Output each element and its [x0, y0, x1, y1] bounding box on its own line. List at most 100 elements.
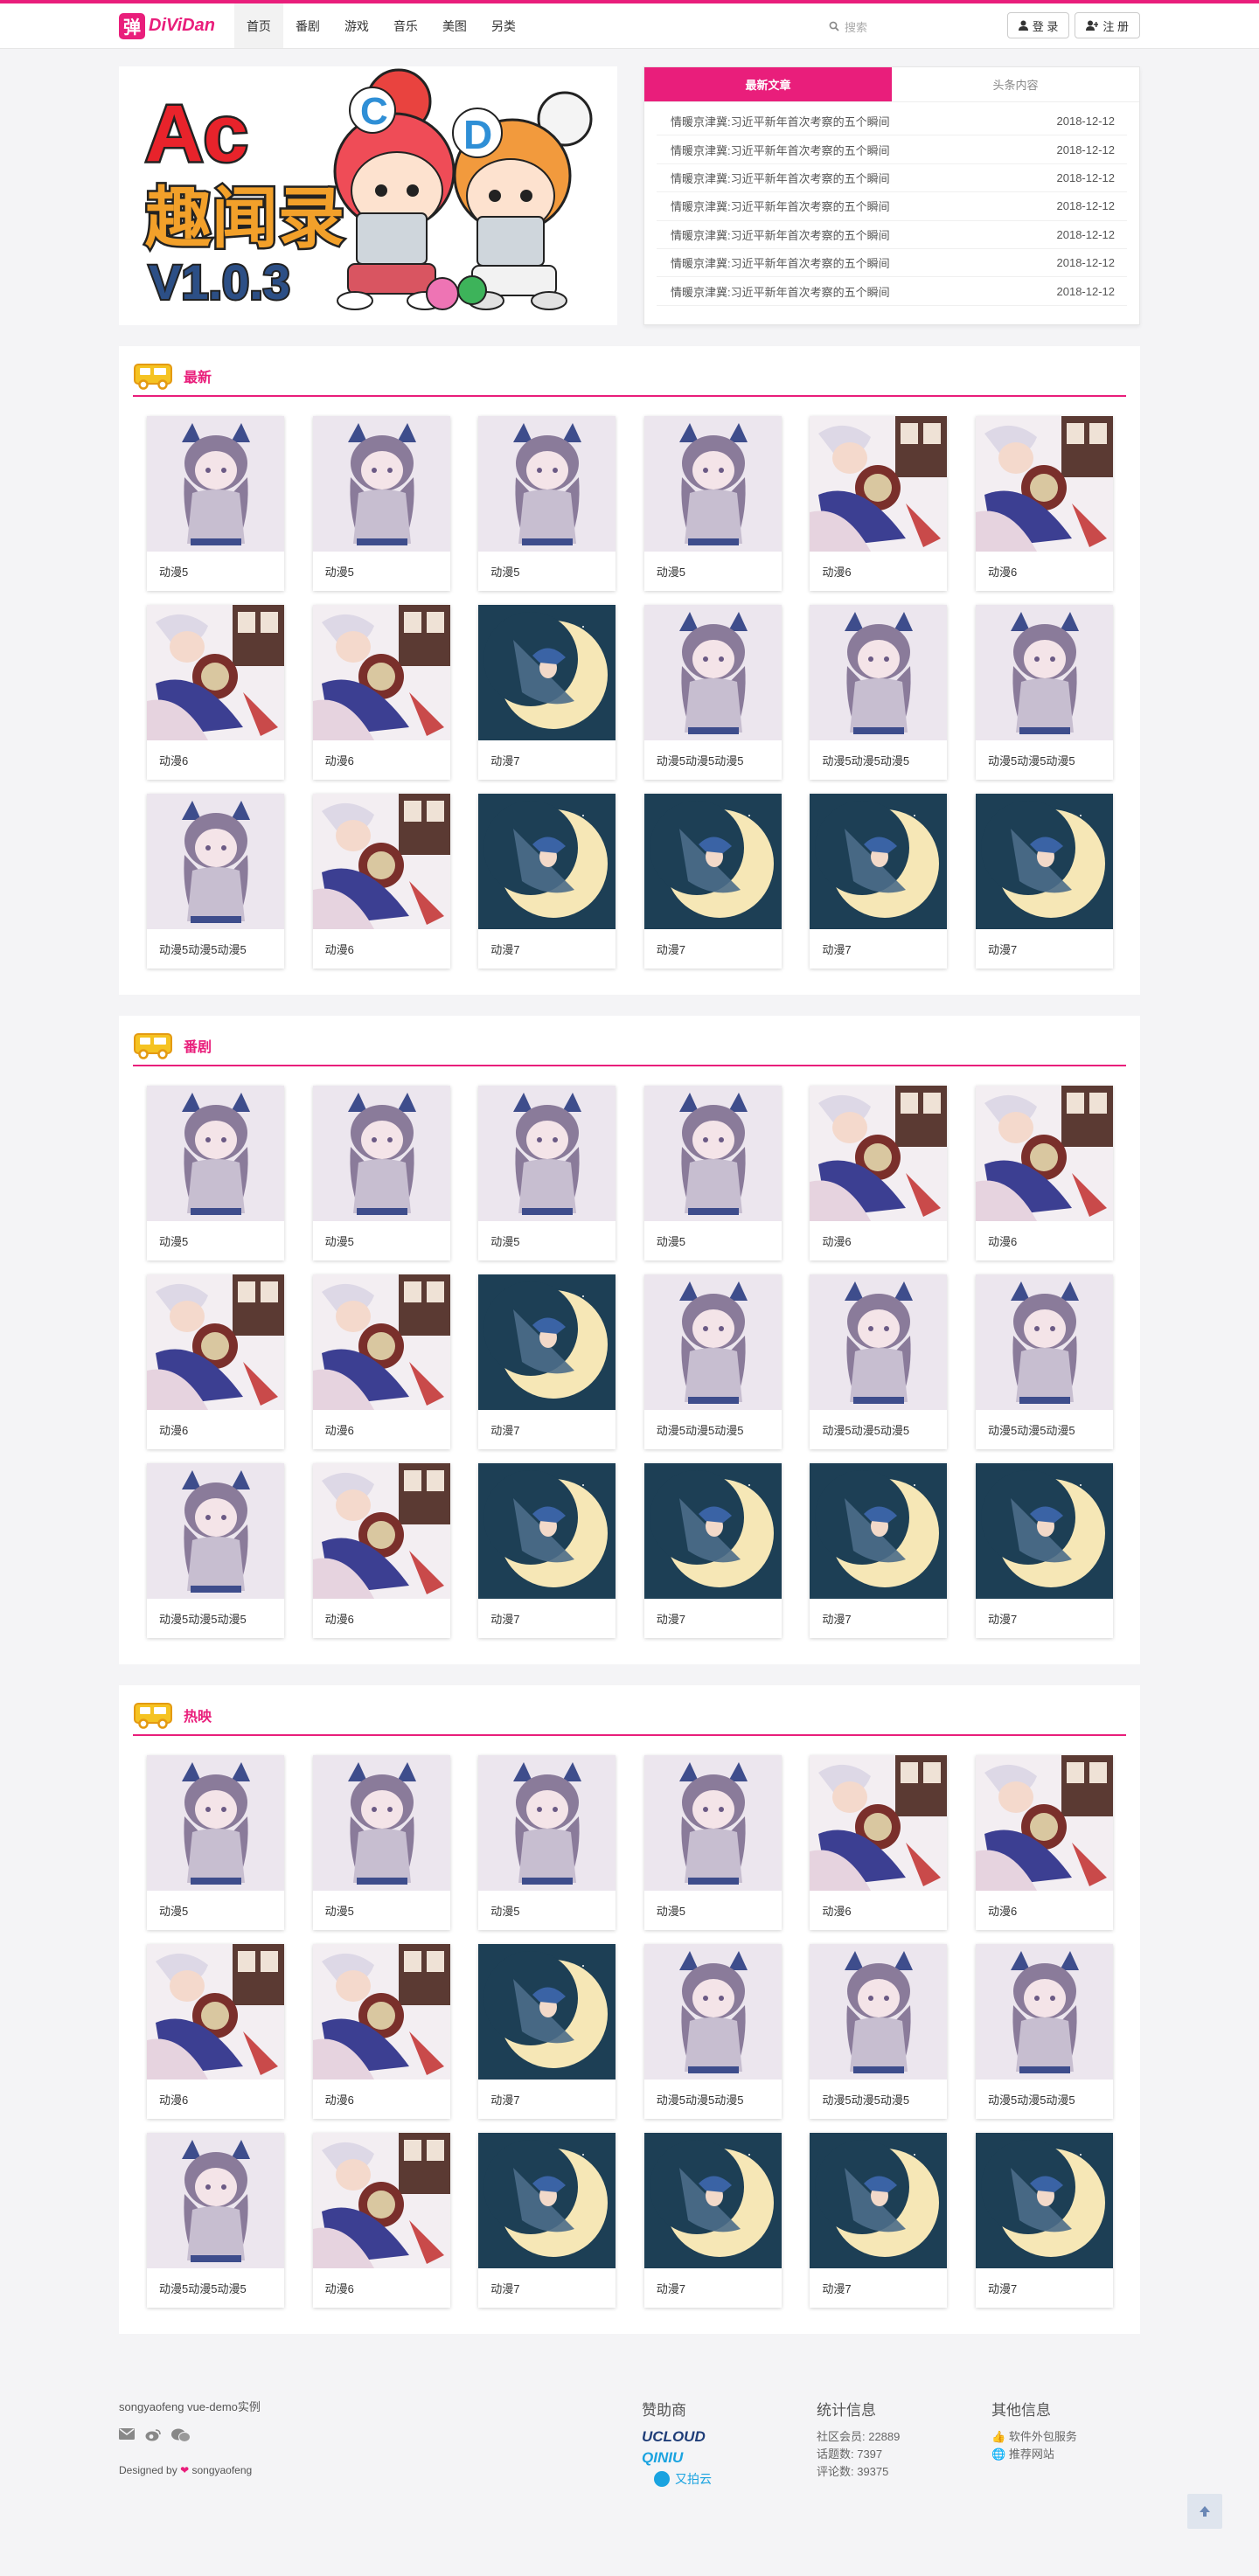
card-thumbnail[interactable] [312, 416, 450, 552]
sponsor-qiniu[interactable]: QINIU [642, 2449, 712, 2467]
card-thumbnail[interactable] [312, 1274, 450, 1410]
card-thumbnail[interactable] [643, 1755, 782, 1891]
login-button[interactable]: 登 录 [1006, 12, 1070, 38]
news-item[interactable]: 情暖京津冀:习近平新年首次考察的五个瞬间 2018-12-12 [657, 192, 1127, 221]
card-thumbnail[interactable] [147, 1274, 284, 1410]
card-thumbnail[interactable] [312, 1755, 450, 1891]
card-thumbnail[interactable] [147, 605, 284, 740]
weibo-icon[interactable] [145, 2428, 161, 2447]
card-thumbnail[interactable] [810, 794, 948, 929]
nav-item-3[interactable]: 音乐 [381, 3, 430, 48]
nav-item-2[interactable]: 游戏 [332, 3, 381, 48]
card-thumbnail[interactable] [478, 1086, 616, 1221]
card-thumbnail[interactable] [312, 1463, 450, 1599]
card-thumbnail[interactable] [643, 605, 782, 740]
anime-card[interactable]: 动漫5 [643, 416, 782, 591]
nav-item-4[interactable]: 美图 [430, 3, 479, 48]
anime-card[interactable]: 动漫6 [312, 2133, 450, 2308]
card-thumbnail[interactable] [643, 1274, 782, 1410]
card-thumbnail[interactable] [975, 1944, 1113, 2080]
nav-item-0[interactable]: 首页 [233, 3, 283, 48]
anime-card[interactable]: 动漫7 [810, 794, 948, 969]
anime-card[interactable]: 动漫5 [147, 1755, 284, 1930]
card-thumbnail[interactable] [147, 416, 284, 552]
search-input[interactable]: 搜索 [845, 18, 867, 35]
sponsor-ucloud[interactable]: UCLOUD [642, 2428, 712, 2446]
anime-card[interactable]: 动漫5 [478, 1086, 616, 1260]
anime-card[interactable]: 动漫7 [643, 2133, 782, 2308]
anime-card[interactable]: 动漫5 [312, 1755, 450, 1930]
anime-card[interactable]: 动漫5 [312, 416, 450, 591]
anime-card[interactable]: 动漫5 [643, 1755, 782, 1930]
anime-card[interactable]: 动漫7 [478, 2133, 616, 2308]
anime-card[interactable]: 动漫6 [810, 416, 948, 591]
anime-card[interactable]: 动漫5动漫5动漫5 [810, 605, 948, 780]
anime-card[interactable]: 动漫6 [810, 1755, 948, 1930]
anime-card[interactable]: 动漫5动漫5动漫5 [810, 1274, 948, 1449]
card-thumbnail[interactable] [478, 794, 616, 929]
anime-card[interactable]: 动漫6 [975, 1086, 1113, 1260]
anime-card[interactable]: 动漫5 [643, 1086, 782, 1260]
anime-card[interactable]: 动漫5动漫5动漫5 [147, 794, 284, 969]
anime-card[interactable]: 动漫5动漫5动漫5 [975, 1274, 1113, 1449]
anime-card[interactable]: 动漫7 [478, 1274, 616, 1449]
card-thumbnail[interactable] [478, 1274, 616, 1410]
anime-card[interactable]: 动漫5 [478, 416, 616, 591]
anime-card[interactable]: 动漫6 [975, 416, 1113, 591]
card-thumbnail[interactable] [478, 1755, 616, 1891]
anime-card[interactable]: 动漫5动漫5动漫5 [643, 1944, 782, 2119]
news-item[interactable]: 情暖京津冀:习近平新年首次考察的五个瞬间 2018-12-12 [657, 221, 1127, 249]
anime-card[interactable]: 动漫7 [643, 1463, 782, 1638]
card-thumbnail[interactable] [312, 794, 450, 929]
card-thumbnail[interactable] [975, 1463, 1113, 1599]
tab-latest-articles[interactable]: 最新文章 [644, 67, 892, 102]
anime-card[interactable]: 动漫5动漫5动漫5 [643, 605, 782, 780]
anime-card[interactable]: 动漫6 [312, 1463, 450, 1638]
card-thumbnail[interactable] [643, 794, 782, 929]
card-thumbnail[interactable] [478, 605, 616, 740]
card-thumbnail[interactable] [975, 605, 1113, 740]
back-to-top-button[interactable] [1187, 2494, 1222, 2529]
anime-card[interactable]: 动漫5 [147, 416, 284, 591]
card-thumbnail[interactable] [810, 1463, 948, 1599]
anime-card[interactable]: 动漫5动漫5动漫5 [975, 1944, 1113, 2119]
anime-card[interactable]: 动漫5动漫5动漫5 [147, 2133, 284, 2308]
search-box[interactable]: 搜索 [820, 14, 969, 38]
anime-card[interactable]: 动漫5动漫5动漫5 [147, 1463, 284, 1638]
anime-card[interactable]: 动漫6 [147, 1944, 284, 2119]
card-thumbnail[interactable] [147, 1755, 284, 1891]
card-thumbnail[interactable] [810, 416, 948, 552]
card-thumbnail[interactable] [312, 1944, 450, 2080]
nav-item-1[interactable]: 番剧 [283, 3, 332, 48]
site-logo[interactable]: 弹 DiViDan [119, 12, 215, 39]
card-thumbnail[interactable] [643, 2133, 782, 2268]
news-item[interactable]: 情暖京津冀:习近平新年首次考察的五个瞬间 2018-12-12 [657, 249, 1127, 278]
anime-card[interactable]: 动漫6 [810, 1086, 948, 1260]
card-thumbnail[interactable] [810, 1755, 948, 1891]
anime-card[interactable]: 动漫5 [312, 1086, 450, 1260]
anime-card[interactable]: 动漫6 [147, 605, 284, 780]
anime-card[interactable]: 动漫7 [975, 2133, 1113, 2308]
anime-card[interactable]: 动漫7 [478, 794, 616, 969]
card-thumbnail[interactable] [810, 2133, 948, 2268]
anime-card[interactable]: 动漫6 [312, 1944, 450, 2119]
tab-headlines[interactable]: 头条内容 [892, 67, 1139, 102]
card-thumbnail[interactable] [643, 1086, 782, 1221]
card-thumbnail[interactable] [147, 1944, 284, 2080]
card-thumbnail[interactable] [975, 1755, 1113, 1891]
card-thumbnail[interactable] [643, 1944, 782, 2080]
card-thumbnail[interactable] [810, 1274, 948, 1410]
news-item[interactable]: 情暖京津冀:习近平新年首次考察的五个瞬间 2018-12-12 [657, 164, 1127, 193]
card-thumbnail[interactable] [312, 605, 450, 740]
anime-card[interactable]: 动漫6 [312, 1274, 450, 1449]
card-thumbnail[interactable] [810, 1086, 948, 1221]
news-item[interactable]: 情暖京津冀:习近平新年首次考察的五个瞬间 2018-12-12 [657, 135, 1127, 164]
register-button[interactable]: 注 册 [1075, 12, 1140, 38]
card-thumbnail[interactable] [975, 1274, 1113, 1410]
card-thumbnail[interactable] [810, 1944, 948, 2080]
card-thumbnail[interactable] [975, 2133, 1113, 2268]
card-thumbnail[interactable] [643, 416, 782, 552]
anime-card[interactable]: 动漫6 [975, 1755, 1113, 1930]
card-thumbnail[interactable] [147, 1463, 284, 1599]
email-icon[interactable] [119, 2428, 135, 2447]
